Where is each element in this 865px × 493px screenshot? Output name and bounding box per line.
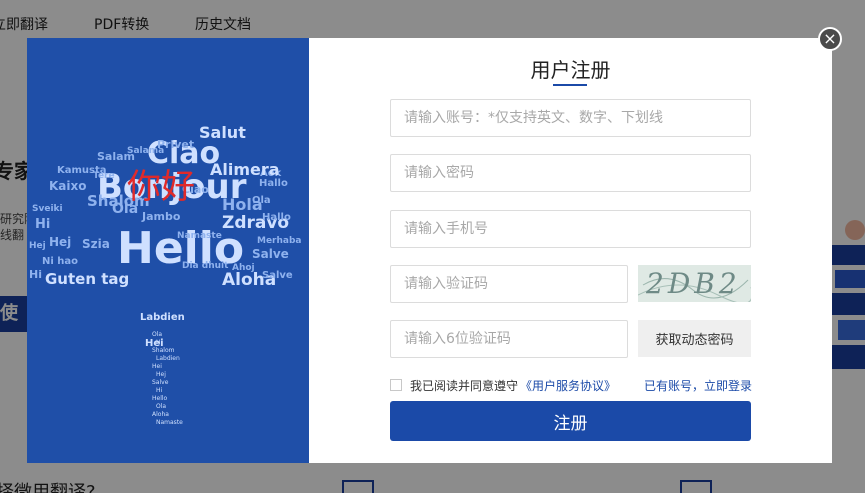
cloud-word: Jambo	[141, 210, 181, 223]
captcha-input[interactable]	[391, 266, 627, 302]
sms-code-field[interactable]	[390, 320, 628, 358]
captcha-field[interactable]	[390, 265, 628, 303]
cloud-word: Hej	[29, 241, 46, 251]
cloud-word: Sveiki	[32, 204, 63, 214]
trunk-word: Aloha	[152, 411, 169, 418]
trunk-word: Ola	[152, 331, 162, 338]
password-field[interactable]	[390, 154, 751, 192]
trunk-word: Ola	[156, 403, 166, 410]
close-icon[interactable]: ×	[818, 27, 842, 51]
trunk-word: Hei	[152, 363, 162, 370]
register-form: 用户注册 2DB2 获取动态密码 我已阅读并同意遵守 《用户服务	[309, 38, 832, 463]
cloud-word: Hej	[49, 235, 71, 249]
cloud-word: Hi	[29, 268, 42, 281]
cloud-word: Hi	[35, 217, 50, 232]
sms-code-input[interactable]	[391, 321, 627, 357]
phone-input[interactable]	[391, 211, 750, 247]
agree-text: 我已阅读并同意遵守	[410, 378, 519, 393]
cloud-word: Hallo	[259, 178, 288, 189]
form-title: 用户注册	[530, 58, 611, 82]
cloud-word: Merhaba	[257, 236, 302, 246]
cloud-word: Ahoj	[232, 263, 255, 273]
trunk-word: Hej	[156, 371, 166, 378]
trunk-word: Hello	[152, 395, 168, 402]
cloud-word-highlight: 你好	[127, 167, 195, 207]
word-cloud-svg: OlaHiShalomLabdienHeiHejSalveHiHelloOlaA…	[29, 123, 302, 426]
agreement-row: 我已阅读并同意遵守 《用户服务协议》	[390, 377, 616, 393]
cloud-word: Salve	[262, 270, 293, 281]
account-field[interactable]	[390, 99, 751, 137]
cloud-word: Ni hao	[42, 256, 78, 267]
cloud-word: Guten tag	[45, 270, 129, 288]
captcha-image[interactable]: 2DB2	[638, 265, 751, 302]
agree-checkbox[interactable]	[390, 379, 402, 391]
cloud-word: Alimera	[210, 160, 280, 179]
login-link[interactable]: 已有账号，立即登录	[644, 377, 752, 394]
cloud-word: Labdien	[140, 312, 185, 323]
captcha-text: 2DB2	[646, 267, 741, 300]
cloud-word: Salve	[252, 247, 289, 261]
trunk-word: Hi	[156, 387, 163, 394]
get-sms-code-button[interactable]: 获取动态密码	[638, 320, 751, 357]
account-input[interactable]	[391, 100, 750, 136]
trunk-word: Salve	[152, 379, 169, 386]
phone-field[interactable]	[390, 210, 751, 248]
cloud-word: Salama	[127, 146, 164, 156]
cloud-word: Ola	[252, 195, 271, 206]
cloud-word: Hei	[145, 338, 164, 349]
cloud-word: Dia dhuit	[182, 261, 229, 271]
password-input[interactable]	[391, 155, 750, 191]
cloud-word: Kaixo	[49, 179, 87, 193]
hello-word-cloud-art: Ola Hi Shalom Labdien Hei Hej Salve Hi Hello Ola A…	[27, 38, 309, 463]
register-submit-button[interactable]: 注册	[390, 401, 751, 441]
title-underline	[553, 84, 587, 86]
cloud-word: Salut	[199, 123, 246, 142]
cloud-word: Szia	[82, 237, 110, 251]
cloud-word: Hallo	[262, 212, 291, 223]
trunk-word: Labdien	[156, 355, 180, 362]
cloud-word: Tere	[93, 171, 115, 181]
trunk-word: Namaste	[156, 419, 183, 426]
cloud-word: Namaste	[177, 231, 222, 241]
service-agreement-link[interactable]: 《用户服务协议》	[520, 377, 616, 394]
register-modal: Ola Hi Shalom Labdien Hei Hej Salve Hi Hello Ola A…	[27, 38, 832, 463]
